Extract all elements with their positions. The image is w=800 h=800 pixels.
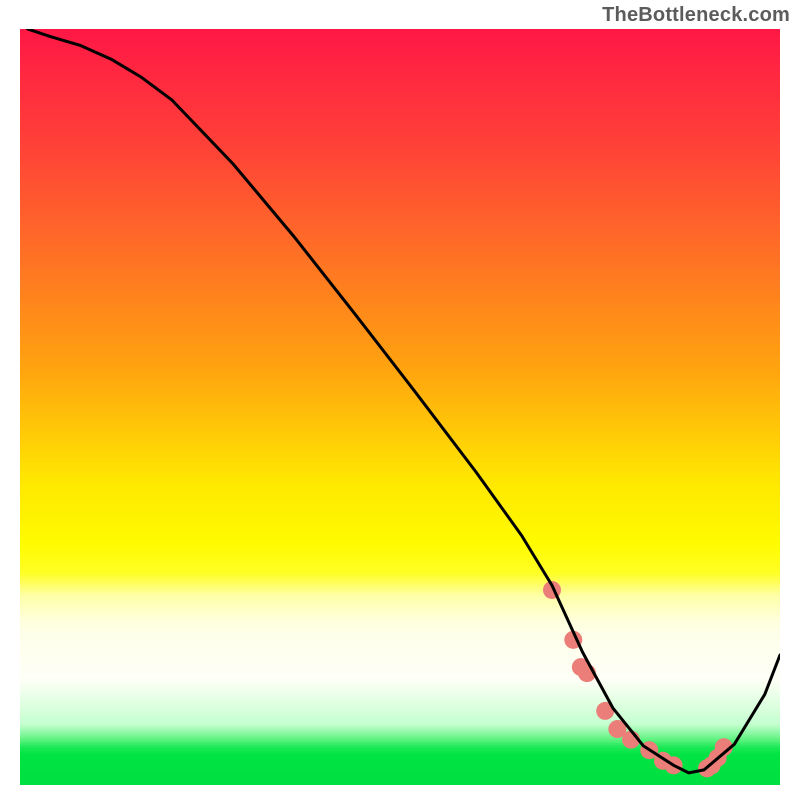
chart-stage: TheBottleneck.com	[0, 0, 800, 800]
watermark-text: TheBottleneck.com	[602, 4, 790, 27]
bottleneck-chart	[0, 0, 800, 800]
gradient-background	[20, 29, 780, 786]
